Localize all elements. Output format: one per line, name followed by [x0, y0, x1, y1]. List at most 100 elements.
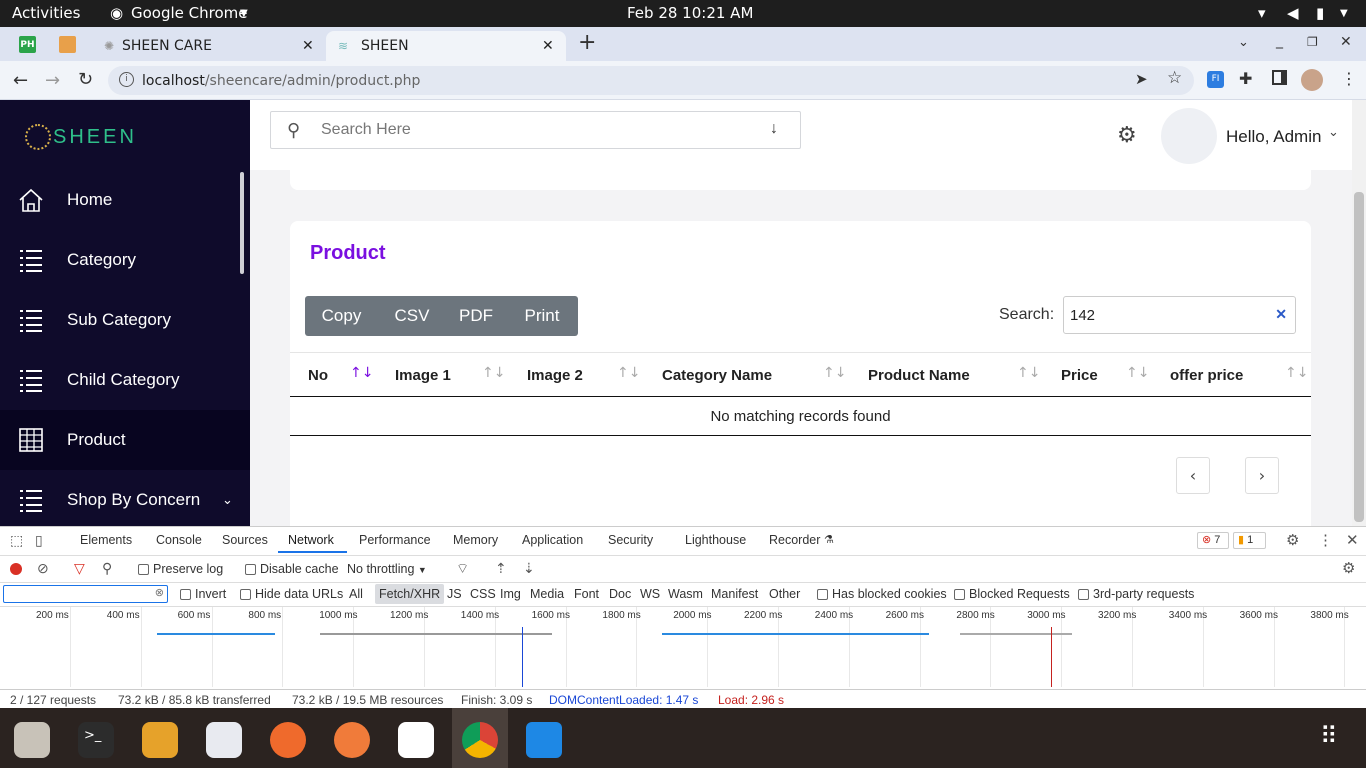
sort-icon[interactable]: ↑↓ [823, 365, 846, 381]
vscode-icon[interactable] [526, 722, 562, 758]
tab-search-icon[interactable]: ⌄ [1238, 35, 1249, 50]
scrollbar-thumb[interactable] [1354, 192, 1364, 522]
profile-avatar[interactable] [1301, 69, 1323, 91]
gear-icon[interactable]: ⚙ [1117, 123, 1137, 148]
sidebar-item-child-category[interactable]: Child Category [0, 350, 250, 410]
address-bar[interactable]: i localhost/sheencare/admin/product.php [108, 66, 1194, 95]
send-icon[interactable]: ➤ [1135, 70, 1148, 88]
column-header-offer-price[interactable]: offer price [1170, 353, 1243, 397]
filter-media[interactable]: Media [530, 587, 564, 601]
clear-icon[interactable]: ⊘ [37, 560, 49, 577]
filter-img[interactable]: Img [500, 587, 521, 601]
firefox-icon[interactable] [270, 722, 306, 758]
filter-other[interactable]: Other [769, 587, 800, 601]
filter-all[interactable]: All [349, 587, 363, 601]
devtools-tab-sources[interactable]: Sources [222, 533, 268, 547]
column-header-no[interactable]: No [308, 353, 328, 397]
column-header-price[interactable]: Price [1061, 353, 1098, 397]
arrow-down-icon[interactable]: ↓ [770, 120, 778, 138]
kebab-menu-icon[interactable]: ⋮ [1318, 531, 1333, 549]
sidebar-item-home[interactable]: Home [0, 170, 250, 230]
pdf-button[interactable]: PDF [446, 296, 506, 336]
column-header-category-name[interactable]: Category Name [662, 353, 772, 397]
has-blocked-cookies-checkbox[interactable]: Has blocked cookies [817, 587, 947, 601]
app-menu[interactable]: Google Chrome [131, 4, 248, 22]
extension-icon[interactable]: FI [1207, 71, 1224, 88]
chrome-icon[interactable] [462, 722, 498, 758]
filter-fetch-xhr[interactable]: Fetch/XHR [375, 584, 445, 604]
page-scrollbar[interactable] [1352, 100, 1366, 526]
sort-icon[interactable]: ↑↓ [1017, 365, 1040, 381]
sidebar-item-shop-by-concern[interactable]: Shop By Concern ⌄ [0, 470, 250, 526]
wifi-icon[interactable]: ▾ [1258, 4, 1266, 22]
network-conditions-icon[interactable]: ⌔ [456, 560, 469, 578]
devtools-tab-security[interactable]: Security [608, 533, 653, 547]
throttling-select[interactable]: No throttling ▼ [347, 562, 427, 576]
sort-asc-icon[interactable]: ↑↓ [350, 365, 373, 381]
devtools-tab-performance[interactable]: Performance [359, 533, 431, 547]
table-search-input[interactable]: 142 ✕ [1063, 296, 1296, 334]
devtools-tab-network[interactable]: Network [288, 533, 334, 547]
devtools-tab-elements[interactable]: Elements [80, 533, 132, 547]
third-party-checkbox[interactable]: 3rd-party requests [1078, 587, 1194, 601]
tab-sheen[interactable]: ≋ SHEEN ✕ [326, 31, 566, 61]
sort-icon[interactable]: ↑↓ [1285, 365, 1308, 381]
devtools-tab-lighthouse[interactable]: Lighthouse [685, 533, 746, 547]
gear-icon[interactable]: ⚙ [1286, 531, 1299, 549]
hide-data-urls-checkbox[interactable]: Hide data URLs [240, 587, 343, 601]
clear-filter-icon[interactable]: ⊗ [155, 586, 164, 599]
app-grid-icon[interactable]: ⠿ [1320, 722, 1338, 750]
filter-js[interactable]: JS [447, 587, 462, 601]
pinned-tab-icon[interactable]: PH [19, 36, 36, 53]
filter-input[interactable]: ⊗ [3, 585, 168, 603]
calculator-icon[interactable] [142, 722, 178, 758]
tab-sheen-care[interactable]: ✺ SHEEN CARE ✕ [90, 31, 326, 61]
filter-ws[interactable]: WS [640, 587, 660, 601]
system-menu-icon[interactable]: ▼ [1340, 8, 1348, 19]
close-window-icon[interactable]: ✕ [1340, 34, 1352, 50]
blocked-requests-checkbox[interactable]: Blocked Requests [954, 587, 1070, 601]
terminal-icon[interactable]: >_ [78, 722, 114, 758]
sort-icon[interactable]: ↑↓ [482, 365, 505, 381]
slack-icon[interactable] [398, 722, 434, 758]
back-icon[interactable]: ← [13, 70, 28, 91]
pinned-tab-pma-icon[interactable] [59, 36, 76, 53]
puzzle-icon[interactable]: ✚ [1239, 69, 1252, 88]
print-button[interactable]: Print [506, 296, 578, 336]
minimize-icon[interactable]: _ [1276, 33, 1283, 49]
logo[interactable]: SHEEN [25, 122, 137, 152]
invert-checkbox[interactable]: Invert [180, 587, 226, 601]
volume-icon[interactable]: ◀ [1287, 4, 1299, 22]
copy-button[interactable]: Copy [305, 296, 378, 336]
preserve-log-checkbox[interactable]: Preserve log [138, 562, 223, 576]
search-icon[interactable]: ⚲ [102, 560, 112, 577]
clock[interactable]: Feb 28 10:21 AM [627, 4, 753, 22]
warning-count-badge[interactable]: ▮ 1 [1233, 532, 1266, 549]
column-header-product-name[interactable]: Product Name [868, 353, 970, 397]
record-icon[interactable] [10, 563, 22, 575]
postman-icon[interactable] [334, 722, 370, 758]
devtools-tab-application[interactable]: Application [522, 533, 583, 547]
new-tab-icon[interactable]: + [578, 30, 596, 55]
activities-button[interactable]: Activities [12, 4, 80, 22]
clear-search-icon[interactable]: ✕ [1275, 306, 1287, 323]
header-search-input[interactable]: ⚲ Search Here ↓ [270, 111, 801, 149]
sidebar-item-product[interactable]: Product [0, 410, 250, 470]
pagination-next-button[interactable]: › [1245, 457, 1279, 494]
close-icon[interactable]: ✕ [1346, 531, 1359, 549]
error-count-badge[interactable]: ⊗ 7 [1197, 532, 1229, 549]
filter-wasm[interactable]: Wasm [668, 587, 703, 601]
gear-icon[interactable]: ⚙ [1342, 559, 1355, 577]
filter-css[interactable]: CSS [470, 587, 496, 601]
filter-manifest[interactable]: Manifest [711, 587, 758, 601]
close-icon[interactable]: ✕ [542, 38, 554, 54]
text-editor-icon[interactable] [206, 722, 242, 758]
network-overview-timeline[interactable]: 200 ms 400 ms 600 ms 800 ms 1000 ms 1200 ms 14… [0, 607, 1366, 689]
devtools-tab-memory[interactable]: Memory [453, 533, 498, 547]
pagination-prev-button[interactable]: ‹ [1176, 457, 1210, 494]
sidebar-item-sub-category[interactable]: Sub Category [0, 290, 250, 350]
reload-icon[interactable]: ↻ [78, 69, 93, 90]
column-header-image-1[interactable]: Image 1 [395, 353, 451, 397]
inspect-icon[interactable]: ⬚ [10, 532, 23, 549]
devtools-tab-console[interactable]: Console [156, 533, 202, 547]
